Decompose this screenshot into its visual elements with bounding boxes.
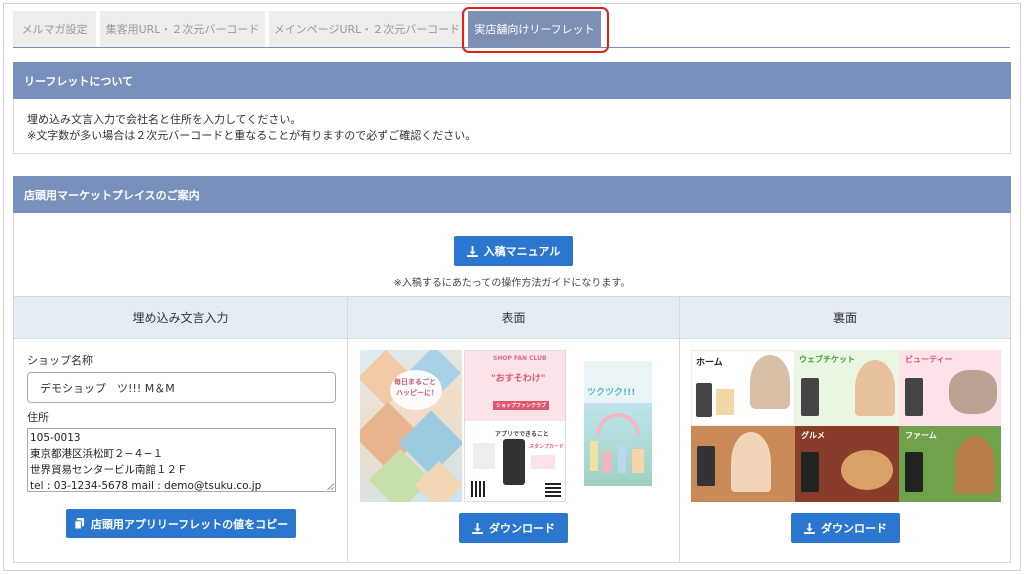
back-download-label: ダウンロード [821,522,887,535]
section-beauty: ビューティー [899,350,1001,426]
tab-bar: メルマガ設定 集客用URL・２次元バーコード メインページURL・２次元バーコー… [13,11,1010,48]
manual-button-label: 入稿マニュアル [483,245,561,258]
about-panel-header: リーフレットについて [13,62,1011,99]
about-line-1: 埋め込み文言入力で会社名と住所を入力してください。 [27,113,302,126]
address-textarea[interactable]: 105-0013 東京都港区浜松町２−４−１ 世界貿易センタービル南館１２Ｆ t… [27,428,336,492]
preview-text: ツクツク!!! [587,388,636,398]
food-photo [841,450,893,490]
preview-text: ホーム [696,358,723,368]
embed-column-header: 埋め込み文言入力 [14,297,347,339]
person-photo [855,360,895,416]
copy-button-label: 店頭用アプリリーフレットの値をコピー [90,517,289,531]
preview-text: ウェブチケット [799,355,855,364]
front-download-label: ダウンロード [489,522,555,535]
phone-mockup [801,378,819,416]
embed-column: 埋め込み文言入力 ショップ名称 デモショップ ツ!!! M＆M 住所 105-0… [14,297,348,562]
shop-name-input[interactable]: デモショップ ツ!!! M＆M [27,372,336,403]
about-panel-body: 埋め込み文言入力で会社名と住所を入力してください。 ※文字数が多い場合は２次元バ… [13,99,1011,154]
shop-name-value: デモショップ ツ!!! M＆M [40,381,175,395]
tab-main-page-url[interactable]: メインページURL・２次元バーコード [269,11,465,47]
download-icon [804,522,815,534]
address-line: tel : 03-1234-5678 mail : demo@tsuku.co.… [30,480,262,492]
phone-mockup [503,439,525,485]
phone-mockup [696,383,712,417]
address-line: 世界貿易センタービル南館１２Ｆ [30,464,188,476]
back-download-button[interactable]: ダウンロード [791,513,900,543]
section-gourmet: グルメ [795,426,899,502]
person-photo [750,355,790,409]
preview-text: "おすそわけ" [491,374,546,384]
phone-mockup [801,452,819,492]
shop-name-label: ショップ名称 [27,354,93,367]
address-line: 105-0013 [30,432,81,444]
tab-store-leaflet[interactable]: 実店舗向けリーフレット [468,11,601,47]
preview-text: ショップファンクラブ [493,401,550,410]
tab-mailmagazine[interactable]: メルマガ設定 [13,11,96,47]
feature-block [531,455,555,469]
person-photo [731,432,771,492]
textarea-resize-handle[interactable] [327,483,334,490]
back-leaflet-preview: ホーム ウェブチケット ビューティー グルメ ファーム [691,350,1001,502]
manual-note: ※入稿するにあたっての操作方法ガイドになります。 [393,278,631,289]
front-column-header: 表面 [348,297,679,339]
front-column: 表面 毎日まるごと ハッピーに！ SHOP FAN CLUB "おすそわけ" シ… [348,297,680,562]
market-panel-header: 店頭用マーケットプレイスのご案内 [13,176,1011,213]
preview-text: ファーム [905,431,937,440]
phone-mockup [905,378,923,416]
qr-code [471,481,487,497]
manual-download-button[interactable]: 入稿マニュアル [454,236,573,266]
section-farm: ファーム [899,426,1001,502]
download-icon [466,245,478,257]
building [618,445,626,473]
building [632,449,644,473]
building [602,451,612,473]
person-photo [955,436,995,494]
phone-mockup [905,452,923,492]
copy-values-button[interactable]: 店頭用アプリリーフレットの値をコピー [66,509,296,538]
preview-text: スタンプカード [529,444,564,450]
back-column-header: 裏面 [680,297,1010,339]
preview-text: ハッピーに！ [396,389,438,397]
front-download-button[interactable]: ダウンロード [459,513,568,543]
preview-text: グルメ [801,431,825,440]
address-line: 東京都港区浜松町２−４−１ [30,448,164,460]
address-label: 住所 [27,411,49,424]
phone-mockup [697,446,715,486]
feature-block [716,389,734,415]
tab-acquisition-url[interactable]: 集客用URL・２次元バーコード [100,11,265,47]
feature-block [473,443,495,469]
qr-code [545,481,561,497]
preview-text: SHOP FAN CLUB [493,355,547,362]
section-home: ホーム [691,350,795,426]
front-leaflet-page-3: ツクツク!!! [584,361,652,486]
person-photo [949,370,997,414]
section-ticket: ウェブチケット [795,350,899,426]
preview-text: 毎日まるごと [394,378,436,386]
front-leaflet-page-2: SHOP FAN CLUB "おすそわけ" ショップファンクラブ アプリでできる… [464,350,566,502]
leaflet-grid: 埋め込み文言入力 ショップ名称 デモショップ ツ!!! M＆M 住所 105-0… [13,296,1011,563]
download-icon [472,522,483,534]
section-service [691,426,795,502]
about-panel-title: リーフレットについて [24,74,134,88]
front-leaflet-page-1: 毎日まるごと ハッピーに！ [360,350,462,502]
market-panel-title: 店頭用マーケットプレイスのご案内 [24,188,200,202]
back-column: 裏面 ホーム ウェブチケット ビューティー グルメ ファーム ダウンロード [680,297,1010,562]
building [590,441,598,471]
preview-text: ビューティー [905,355,953,364]
market-panel-body: 入稿マニュアル ※入稿するにあたっての操作方法ガイドになります。 [13,213,1011,297]
about-line-2: ※文字数が多い場合は２次元バーコードと重なることが有りますので必ずご確認ください… [27,129,477,142]
copy-icon [74,518,84,529]
preview-text: アプリでできること [495,431,549,438]
